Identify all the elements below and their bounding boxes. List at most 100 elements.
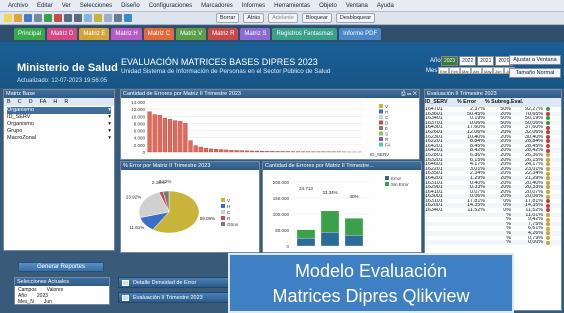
menu-bar: Archivo Editar Ver Selecciones Diseño Configu… <box>0 0 564 12</box>
tab-matriz-v[interactable]: Matriz V <box>176 28 207 40</box>
error-count-chart: 200.000 150.000 100.000 50.000 0 24.713 33.34%… <box>273 176 409 249</box>
chart-icon[interactable] <box>94 14 102 22</box>
dropdown-icon[interactable]: ▾ <box>108 121 111 128</box>
column-header[interactable]: ID_SERV <box>425 98 457 107</box>
year-option[interactable]: 2022 <box>459 56 477 66</box>
menu-item-herramientas[interactable]: Herramientas <box>274 3 310 9</box>
back-button[interactable]: Atrás <box>243 13 265 23</box>
tab-matriz-d[interactable]: Matriz D <box>47 28 78 40</box>
evaluation-button[interactable]: Evaluación II Trimestre 2023 <box>118 292 230 303</box>
column-header[interactable]: % Subreg. <box>485 98 511 107</box>
dropdown-icon[interactable]: ▾ <box>108 135 111 142</box>
month-selector[interactable]: EneFebMarAbrMayJunJul <box>438 67 515 74</box>
dropdown-icon[interactable]: ▾ <box>108 107 111 114</box>
field-row[interactable]: Grupo ▾ <box>7 128 111 135</box>
search-icon[interactable] <box>84 14 92 22</box>
print-icon[interactable] <box>34 14 42 22</box>
bar <box>162 117 168 153</box>
legend-label: R <box>227 216 231 221</box>
save-icon[interactable] <box>24 14 32 22</box>
legend-swatch <box>379 137 383 141</box>
year-selector[interactable]: 2023 2022 2021 2020 <box>441 56 513 66</box>
menu-item-selecciones[interactable]: Selecciones <box>80 3 112 9</box>
error-density-detail-button[interactable]: Detalle Densidad de Error <box>118 277 230 288</box>
lock-button[interactable]: Bloquear <box>301 13 332 23</box>
panel-header: Cantidad de Errores por Matriz II Trimes… <box>121 90 419 98</box>
tab-informe-pdf[interactable]: Informe PDF <box>339 28 382 40</box>
error-pie-chart: 59.09%11.61%23.92%2.16%3.22%VHCROtros <box>126 179 239 234</box>
email-icon[interactable] <box>54 14 62 22</box>
legend-label: H <box>385 110 388 115</box>
field-row[interactable]: Organismo ▾ <box>7 107 111 114</box>
tab-matriz-c[interactable]: Matriz C <box>143 28 175 40</box>
menu-item-ayuda[interactable]: Ayuda <box>377 3 394 9</box>
table-header[interactable]: ID_SERV% Error% Subreg. Eval. <box>425 98 561 107</box>
new-icon[interactable] <box>4 14 12 22</box>
menu-item-configuraciones[interactable]: Configuraciones <box>149 3 192 9</box>
year-option[interactable]: 2021 <box>477 56 495 66</box>
matriz-column[interactable]: R <box>64 99 68 105</box>
forward-button[interactable]: Adelante <box>268 13 298 23</box>
month-option[interactable]: Jun <box>493 67 504 74</box>
field-label: ID_SERV <box>7 114 31 120</box>
month-option[interactable]: Abr <box>471 67 482 74</box>
help-icon[interactable] <box>124 14 132 22</box>
normal-size-button[interactable]: Tamaño Normal <box>509 68 561 78</box>
menu-item-marcadores[interactable]: Marcadores <box>201 3 233 9</box>
tab-registros-fantasmas[interactable]: Registros Fantasmas <box>272 28 338 40</box>
error-count-panel: Cantidad de Errores por Matriz II Trimes… <box>262 161 422 253</box>
bar <box>178 121 183 153</box>
settings-icon[interactable] <box>114 14 122 22</box>
table-icon[interactable] <box>104 14 112 22</box>
month-option[interactable]: Mar <box>460 67 471 74</box>
matriz-column[interactable]: C <box>18 99 22 105</box>
panel-title: % Error por Matriz II Trimestre 2023 <box>123 163 211 169</box>
field-label: Grupo <box>7 128 23 134</box>
field-row[interactable]: Organismo ▾ <box>7 121 111 128</box>
menu-item-ver[interactable]: Ver <box>62 3 71 9</box>
updated-timestamp: Actualizado: 12-07-2023 19:56:05 <box>17 78 108 84</box>
caption-line-1: Modelo Evaluación <box>294 261 448 281</box>
table-cell: % <box>506 240 511 245</box>
menu-item-editar[interactable]: Editar <box>37 3 53 9</box>
column-header[interactable]: % Error <box>457 98 485 107</box>
dropdown-icon[interactable]: ▾ <box>108 114 111 121</box>
menu-item-ventana[interactable]: Ventana <box>346 3 368 9</box>
open-icon[interactable] <box>14 14 22 22</box>
matriz-column[interactable]: B <box>7 99 11 105</box>
column-header[interactable]: Eval. <box>511 98 543 107</box>
month-option[interactable]: Ene <box>438 67 449 74</box>
panel-controls-icon[interactable]: ⎙ ▭ ✕ <box>401 91 417 98</box>
redo-icon[interactable] <box>74 14 82 22</box>
y-tick-label: 100.000 <box>273 212 290 217</box>
tab-matriz-r[interactable]: Matriz R <box>208 28 239 40</box>
tab-matriz-e[interactable]: Matriz E <box>79 28 110 40</box>
generate-reports-button[interactable]: Generar Reportes <box>18 262 104 272</box>
unlock-button[interactable]: Desbloquear <box>335 13 376 23</box>
field-row[interactable]: MacroZonal ▾ <box>7 135 111 142</box>
table-row[interactable]: % 0,00% <box>425 240 561 245</box>
matriz-column[interactable]: D <box>29 99 33 105</box>
tab-matriz-s[interactable]: Matriz S <box>240 28 271 40</box>
matriz-base-panel: Matriz Base B C D FA H R Organismo ▾ ID_SERV ▾ Or… <box>3 89 115 251</box>
month-option[interactable]: Feb <box>449 67 460 74</box>
legend-label: Error <box>391 176 402 181</box>
menu-item-informes[interactable]: Informes <box>242 3 265 9</box>
export-icon[interactable] <box>44 14 52 22</box>
matriz-columns[interactable]: B C D FA H R <box>4 98 114 106</box>
menu-item-diseño[interactable]: Diseño <box>121 3 140 9</box>
matriz-column[interactable]: H <box>53 99 57 105</box>
matriz-column[interactable]: FA <box>40 99 47 105</box>
fit-window-button[interactable]: Ajustar a Ventana <box>509 55 561 65</box>
clear-button[interactable]: Borrar <box>216 13 240 23</box>
dropdown-icon[interactable]: ▾ <box>108 128 111 135</box>
field-row[interactable]: ID_SERV ▾ <box>7 114 111 121</box>
tab-matriz-h[interactable]: Matriz H <box>111 28 142 40</box>
menu-item-archivo[interactable]: Archivo <box>8 3 28 9</box>
year-option[interactable]: 2023 <box>441 56 459 66</box>
matriz-fields[interactable]: Organismo ▾ ID_SERV ▾ Organismo ▾ Grupo ▾ MacroZ… <box>4 106 114 143</box>
undo-icon[interactable] <box>64 14 72 22</box>
menu-item-objeto[interactable]: Objeto <box>319 3 337 9</box>
tab-principal[interactable]: Principal <box>14 28 46 40</box>
month-option[interactable]: May <box>482 67 493 74</box>
